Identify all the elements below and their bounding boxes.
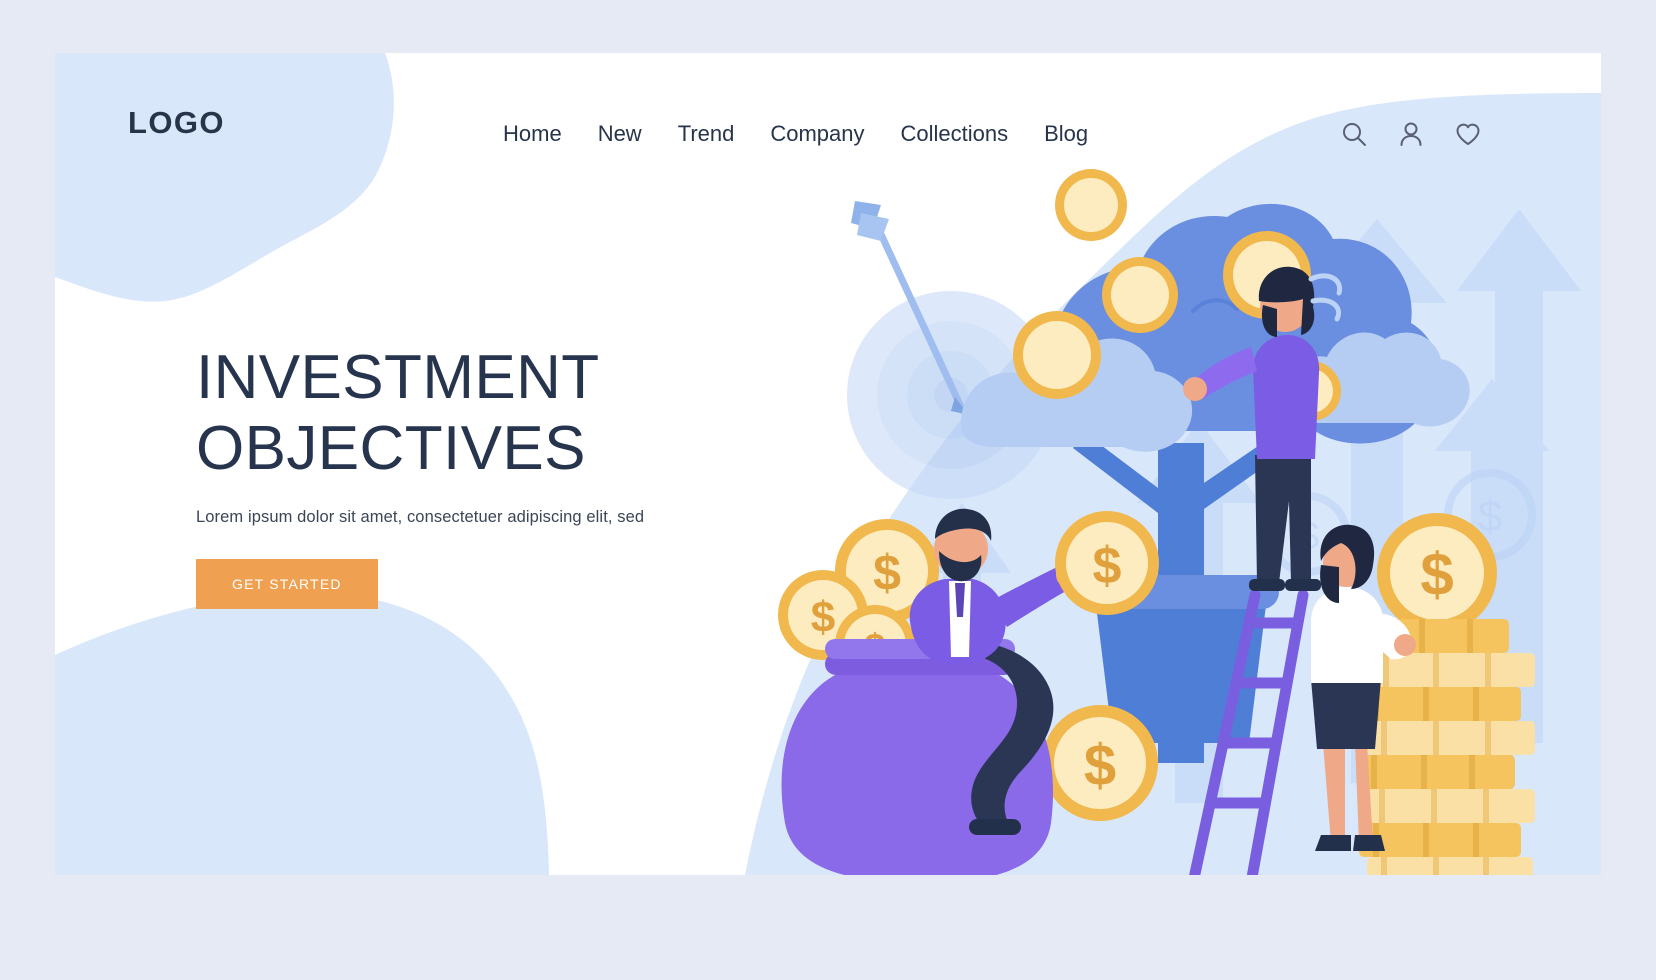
nav-item-trend[interactable]: Trend — [678, 121, 735, 147]
get-started-button[interactable]: GET STARTED — [196, 559, 378, 610]
hero-subtitle: Lorem ipsum dolor sit amet, consectetuer… — [196, 508, 645, 527]
heart-icon[interactable] — [1453, 119, 1483, 149]
main-navigation: Home New Trend Company Collections Blog — [503, 121, 1088, 147]
hero-content: INVESTMENT OBJECTIVES Lorem ipsum dolor … — [196, 343, 796, 610]
nav-item-collections[interactable]: Collections — [901, 121, 1009, 147]
svg-text:$: $ — [811, 593, 835, 642]
page-title-line-1: INVESTMENT — [196, 343, 600, 412]
svg-text:$: $ — [1420, 541, 1453, 608]
coin-large-center: $ — [1042, 705, 1158, 821]
search-icon[interactable] — [1339, 119, 1369, 149]
logo[interactable]: LOGO — [128, 105, 225, 141]
svg-text:$: $ — [1084, 733, 1116, 798]
header-icon-group — [1339, 119, 1483, 149]
nav-item-new[interactable]: New — [598, 121, 642, 147]
svg-text:$: $ — [873, 545, 901, 601]
page-title-line-2: OBJECTIVES — [196, 413, 586, 483]
site-header: LOGO Home New Trend Company Collections … — [55, 53, 1601, 223]
hero-card: $ $ $ $ $ $ LOGO Home New Trend Company … — [55, 53, 1601, 875]
page-root: $ $ $ $ $ $ LOGO Home New Trend Company … — [0, 0, 1656, 980]
nav-item-company[interactable]: Company — [770, 121, 864, 147]
svg-text:$: $ — [1093, 537, 1122, 595]
page-title: INVESTMENT OBJECTIVES — [196, 343, 796, 484]
nav-item-home[interactable]: Home — [503, 121, 562, 147]
user-icon[interactable] — [1396, 119, 1426, 149]
nav-item-blog[interactable]: Blog — [1044, 121, 1088, 147]
investment-illustration: $ $ $ $ $ $ — [755, 169, 1601, 875]
